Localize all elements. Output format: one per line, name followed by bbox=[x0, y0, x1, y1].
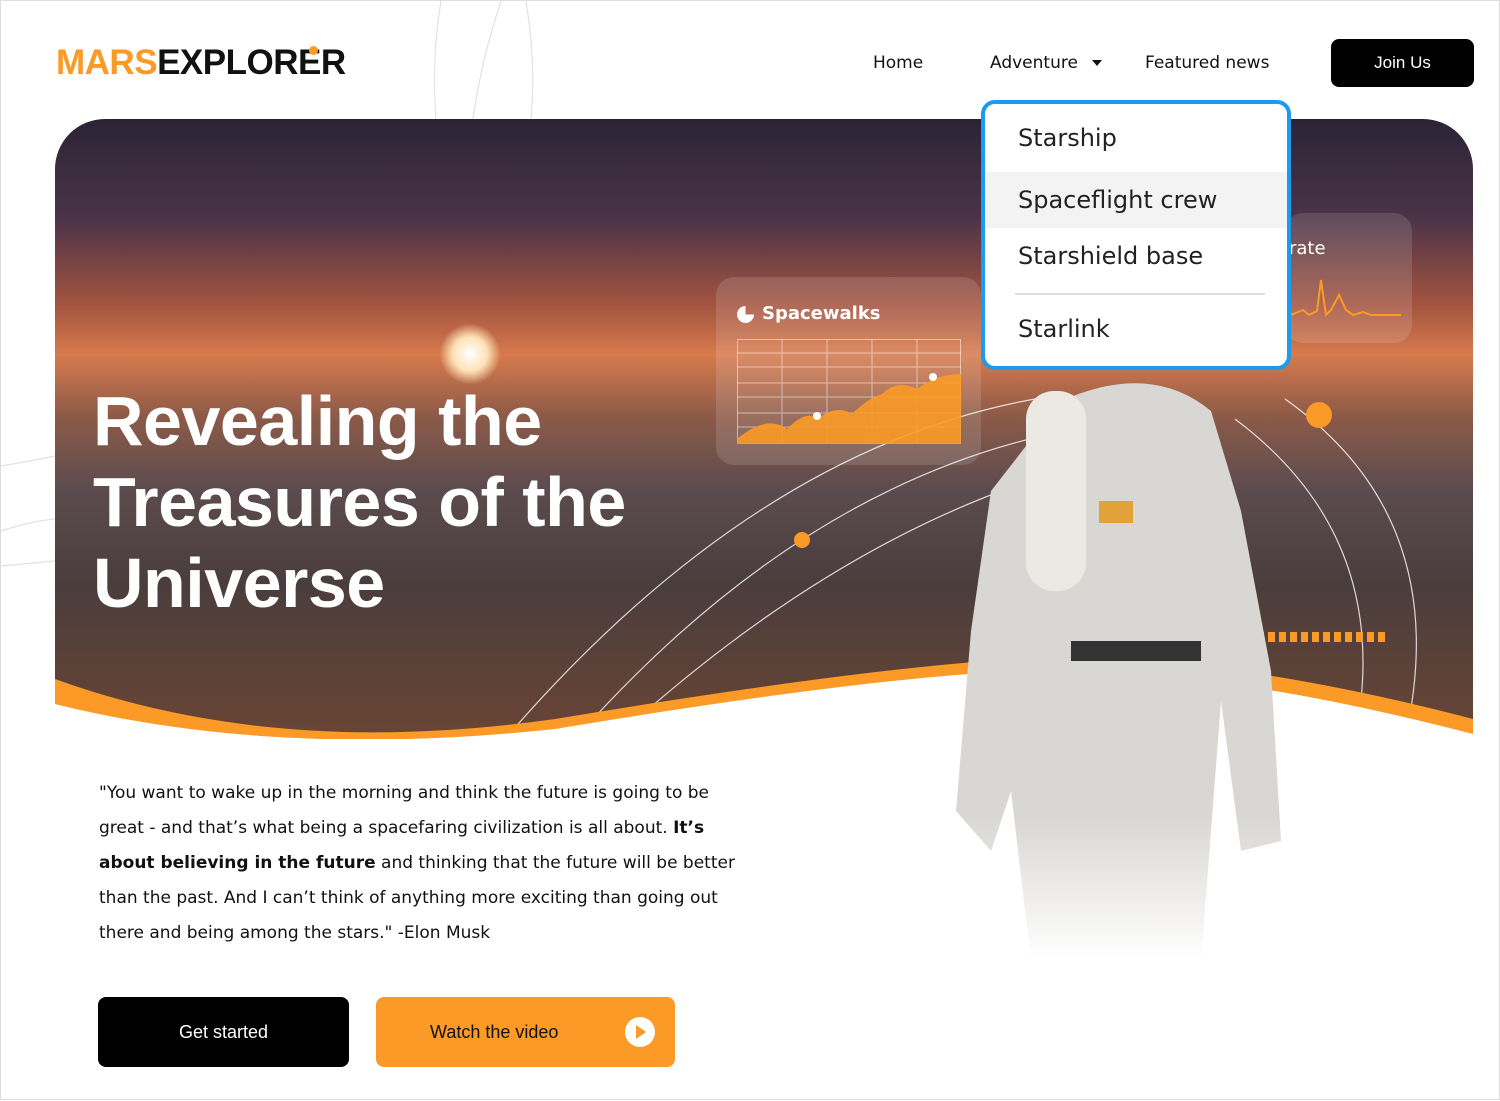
quote-text: "You want to wake up in the morning and … bbox=[99, 783, 735, 943]
nav-featured-news[interactable]: Featured news bbox=[1145, 53, 1269, 73]
heart-rate-line bbox=[1291, 279, 1401, 318]
join-us-button[interactable]: Join Us bbox=[1331, 39, 1474, 87]
chevron-down-icon bbox=[1091, 60, 1102, 66]
menu-item-starship[interactable]: Starship bbox=[985, 124, 1287, 152]
spacewalks-graph bbox=[737, 339, 961, 444]
adventure-dropdown: Starship Spaceflight crew Starshield bas… bbox=[981, 100, 1291, 370]
menu-item-spaceflight-crew[interactable]: Spaceflight crew bbox=[985, 172, 1287, 228]
pie-chart-icon bbox=[737, 306, 754, 323]
astronaut-image bbox=[956, 383, 1281, 961]
nav-adventure[interactable]: Adventure bbox=[990, 53, 1102, 73]
logo[interactable]: MARSEXPLORER bbox=[56, 43, 346, 83]
play-icon bbox=[625, 1017, 655, 1047]
menu-divider bbox=[1015, 293, 1265, 295]
rate-card: rate bbox=[1285, 213, 1412, 343]
get-started-button[interactable]: Get started bbox=[98, 997, 349, 1067]
logo-dot bbox=[309, 46, 318, 55]
menu-item-starshield-base[interactable]: Starshield base bbox=[985, 242, 1287, 270]
nav-home[interactable]: Home bbox=[873, 53, 923, 73]
spacewalks-card: Spacewalks bbox=[716, 277, 981, 465]
menu-item-starlink[interactable]: Starlink bbox=[985, 315, 1287, 343]
hero-title: Revealing the Treasures of the Universe bbox=[93, 382, 626, 622]
watch-video-button[interactable]: Watch the video bbox=[376, 997, 675, 1067]
